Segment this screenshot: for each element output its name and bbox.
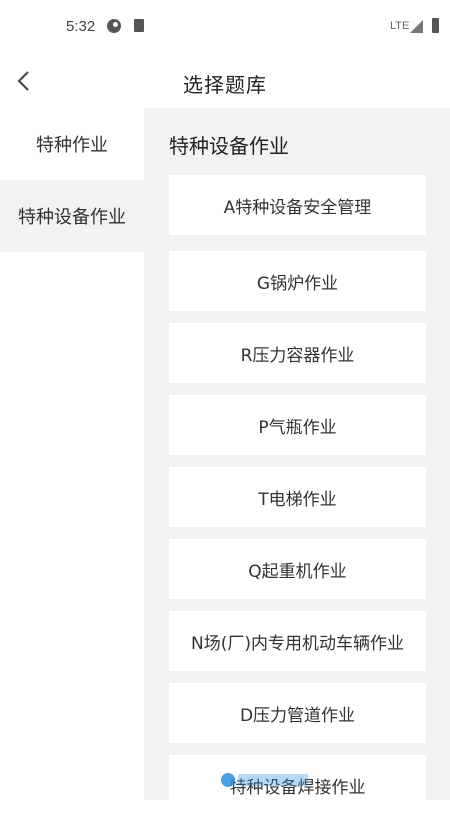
sidebar-item-special-operation[interactable]: 特种作业 xyxy=(0,108,144,180)
section-title: 特种设备作业 xyxy=(169,134,289,158)
bank-card-label: D压力管道作业 xyxy=(239,705,356,726)
bank-card-label: P气瓶作业 xyxy=(258,417,337,438)
status-bar: 5:32 LTE xyxy=(0,0,450,52)
bank-card[interactable]: A特种设备安全管理 xyxy=(169,175,426,235)
bank-card[interactable]: P气瓶作业 xyxy=(169,395,426,455)
bank-card[interactable]: D压力管道作业 xyxy=(169,683,426,743)
question-bank-list: 特种设备作业 A特种设备安全管理 G锅炉作业 R压力容器作业 P气瓶作业 T电梯… xyxy=(144,108,450,815)
network-type: LTE xyxy=(390,20,410,32)
sim-card-icon xyxy=(134,19,144,32)
bank-card-label: N场(厂)内专用机动车辆作业 xyxy=(191,633,404,654)
bank-card-label: A特种设备安全管理 xyxy=(223,197,372,218)
bank-card[interactable]: T电梯作业 xyxy=(169,467,426,527)
status-time: 5:32 xyxy=(66,18,96,35)
bank-card[interactable]: R压力容器作业 xyxy=(169,323,426,383)
bank-card[interactable]: G锅炉作业 xyxy=(169,251,426,311)
page-title: 选择题库 xyxy=(183,73,267,97)
bank-card[interactable]: N场(厂)内专用机动车辆作业 xyxy=(169,611,426,671)
bank-card-label: T电梯作业 xyxy=(258,489,337,510)
bank-card-label: Q起重机作业 xyxy=(248,561,347,582)
bank-card[interactable]: Q起重机作业 xyxy=(169,539,426,599)
category-sidebar: 特种作业 特种设备作业 xyxy=(0,108,144,800)
signal-icon xyxy=(410,20,423,33)
sidebar-item-label: 特种作业 xyxy=(36,135,108,156)
app-header: 选择题库 xyxy=(0,52,450,108)
bank-card-label: G锅炉作业 xyxy=(256,273,339,294)
data-saver-icon xyxy=(107,19,121,33)
sidebar-item-special-equipment[interactable]: 特种设备作业 xyxy=(0,180,144,252)
watermark-logo xyxy=(221,773,308,787)
bank-card-label: R压力容器作业 xyxy=(240,345,355,366)
sidebar-item-label: 特种设备作业 xyxy=(18,207,126,228)
battery-icon xyxy=(432,18,439,33)
